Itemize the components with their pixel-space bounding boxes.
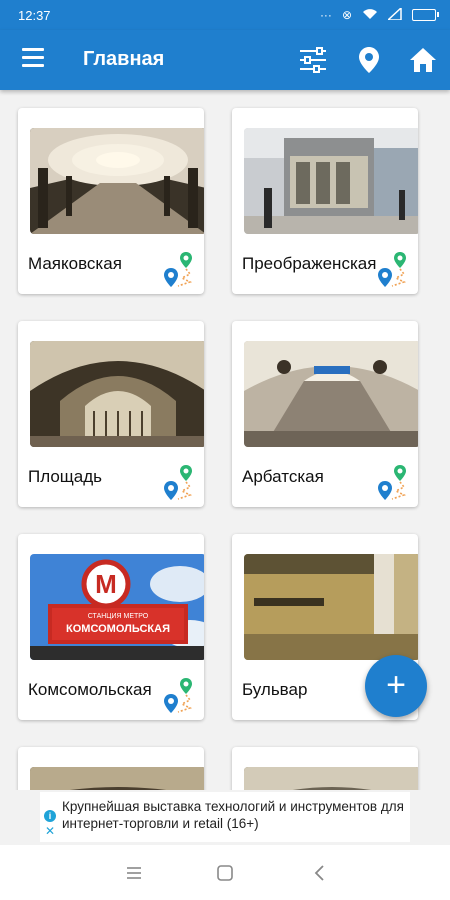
route-icon[interactable] [162, 248, 196, 290]
close-icon[interactable]: ✕ [45, 824, 55, 838]
app-bar: Главная [0, 30, 450, 90]
station-card[interactable]: М СТАНЦИЯ МЕТРО КОМСОМОЛЬСКАЯ Комсомольс… [18, 534, 204, 720]
dots-icon: ··· [319, 8, 332, 22]
route-icon[interactable] [376, 248, 410, 290]
station-name: Преображенская [242, 254, 377, 273]
station-photo [244, 767, 418, 790]
station-name: Комсомольская [28, 680, 152, 699]
metro-sign-letter: М [95, 569, 117, 599]
station-photo [30, 341, 204, 447]
station-card[interactable]: Площадь [18, 321, 204, 507]
route-icon[interactable] [376, 461, 410, 503]
station-photo [244, 128, 418, 234]
home-nav-icon[interactable] [215, 863, 235, 883]
station-card[interactable]: Преображенская [232, 108, 418, 294]
station-photo [30, 128, 204, 234]
station-card[interactable] [232, 747, 418, 790]
location-pin-icon[interactable] [353, 44, 385, 76]
page-title: Главная [83, 48, 165, 70]
station-name: Бульвар [242, 680, 308, 699]
signal-icon [386, 5, 402, 23]
station-card[interactable]: Арбатская [232, 321, 418, 507]
system-nav-bar [0, 845, 450, 900]
station-photo: М СТАНЦИЯ МЕТРО КОМСОМОЛЬСКАЯ [30, 554, 204, 660]
home-icon[interactable] [407, 44, 439, 76]
station-card[interactable]: Маяковская [18, 108, 204, 294]
recent-apps-icon[interactable] [124, 863, 144, 883]
battery-icon [412, 9, 439, 21]
back-icon[interactable] [310, 863, 330, 883]
station-name: Маяковская [28, 254, 122, 273]
ad-banner[interactable]: i ✕ Крупнейшая выставка технологий и инс… [40, 792, 410, 842]
metro-sign-line2: КОМСОМОЛЬСКАЯ [66, 623, 170, 635]
station-card[interactable] [18, 747, 204, 790]
add-button[interactable]: + [365, 655, 427, 717]
info-icon[interactable]: i [44, 810, 56, 822]
metro-sign-line1: СТАНЦИЯ МЕТРО [88, 613, 149, 620]
route-icon[interactable] [162, 674, 196, 716]
status-bar: 12:37 ··· ⊗ [0, 0, 450, 30]
station-name: Площадь [28, 467, 103, 486]
filter-sliders-icon[interactable] [297, 44, 329, 76]
station-photo [244, 341, 418, 447]
status-icons: ··· ⊗ [319, 5, 439, 23]
status-time: 12:37 [18, 7, 51, 23]
station-name: Арбатская [242, 467, 324, 486]
menu-icon[interactable] [22, 48, 44, 68]
station-photo [30, 767, 204, 790]
wifi-icon [362, 8, 378, 23]
route-icon[interactable] [162, 461, 196, 503]
alarm-icon: ⊗ [341, 8, 352, 22]
ad-text[interactable]: Крупнейшая выставка технологий и инструм… [62, 798, 407, 832]
station-photo [244, 554, 418, 660]
